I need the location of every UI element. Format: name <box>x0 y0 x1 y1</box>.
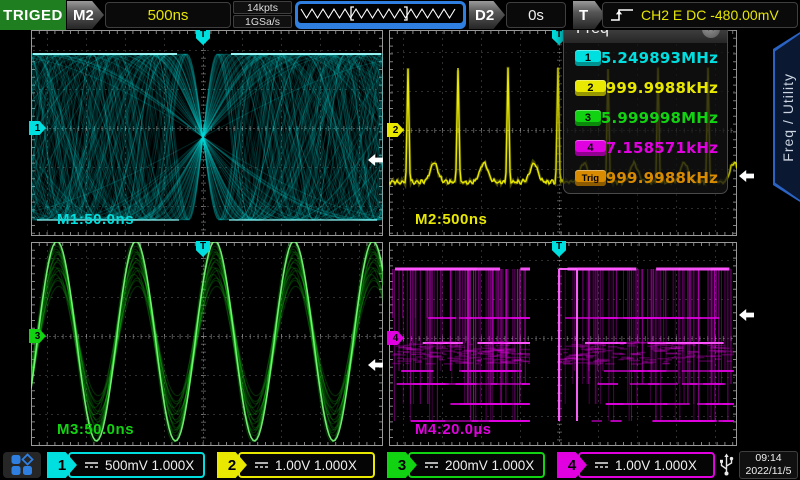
oscilloscope-screen: TRIGED M2 500ns 14kpts 1GSa/s D2 0s T CH… <box>0 0 800 480</box>
sidebar-tab-label: Freq / Utility <box>780 73 796 162</box>
dc-coupling-icon <box>424 459 439 471</box>
freq-row-2: 2999.9988kHz <box>564 73 727 103</box>
channel-badge: 3 <box>575 110 601 126</box>
freq-value: 5.999998MHz <box>601 109 718 127</box>
quadrant-m3: 3TM3:50.0ns <box>31 242 383 446</box>
freq-row-trig: Trig999.9988kHz <box>564 163 727 193</box>
top-status-bar: TRIGED M2 500ns 14kpts 1GSa/s D2 0s T CH… <box>0 0 800 30</box>
channel-2-settings[interactable]: 1.00V 1.000X <box>238 452 375 478</box>
waveform-canvas <box>31 30 383 236</box>
freq-row-1: 15.249893MHz <box>564 43 727 73</box>
channel-1-settings[interactable]: 500mV 1.000X <box>68 452 205 478</box>
timebase-badge[interactable]: M2 <box>67 1 104 29</box>
sidebar-tab-freq-utility[interactable]: Freq / Utility <box>773 32 800 202</box>
timebase-label: M4:20.0µs <box>415 421 492 438</box>
rising-edge-icon <box>609 7 635 23</box>
freq-measurement-panel: Freq ✕ 15.249893MHz2999.9988kHz35.999998… <box>563 14 728 194</box>
channel-badge: Trig <box>575 170 606 186</box>
waveform-preview-icon <box>298 4 463 23</box>
bottom-channel-bar: 500mV 1.000X11.00V 1.000X2200mV 1.000X31… <box>0 450 800 480</box>
channel-scale-text: 1.00V 1.000X <box>615 458 697 473</box>
timebase-label: M1:50.0ns <box>57 211 134 228</box>
date-text: 2022/11/5 <box>746 465 792 478</box>
channel-scale-text: 1.00V 1.000X <box>275 458 357 473</box>
apps-menu-icon <box>10 453 34 477</box>
dc-coupling-icon <box>84 459 99 471</box>
sidebar-tab-face: Freq / Utility <box>775 34 800 200</box>
channel-scale-text: 500mV 1.000X <box>105 458 194 473</box>
channel-badge: 1 <box>575 50 601 66</box>
channel-badge: 4 <box>575 140 606 156</box>
memory-depth: 14kpts <box>233 1 292 14</box>
time-text: 09:14 <box>755 452 781 465</box>
freq-value: 7.158571kHz <box>606 139 718 157</box>
timebase-value[interactable]: 500ns <box>105 2 231 28</box>
freq-value: 5.249893MHz <box>601 49 718 67</box>
trigger-level-arrow[interactable] <box>739 170 754 182</box>
freq-row-3: 35.999998MHz <box>564 103 727 133</box>
timebase-label: M2:500ns <box>415 211 487 228</box>
delay-value[interactable]: 0s <box>506 2 566 28</box>
freq-panel-rows: 15.249893MHz2999.9988kHz35.999998MHz47.1… <box>564 43 727 193</box>
channel-scale-text: 200mV 1.000X <box>445 458 534 473</box>
freq-value: 999.9988kHz <box>606 169 718 187</box>
quadrant-m1: 1TM1:50.0ns <box>31 30 383 236</box>
freq-value: 999.9988kHz <box>606 79 718 97</box>
waveform-canvas <box>389 242 737 446</box>
channel-badge: 2 <box>575 80 606 96</box>
trigger-status-badge: TRIGED <box>0 0 66 30</box>
menu-button[interactable] <box>3 452 41 478</box>
trigger-badge[interactable]: T <box>573 1 605 29</box>
clock-display: 09:14 2022/11/5 <box>739 451 798 479</box>
channel-4-settings[interactable]: 1.00V 1.000X <box>578 452 715 478</box>
waveform-canvas <box>31 242 383 446</box>
quadrant-m4: 4TM4:20.0µs <box>389 242 737 446</box>
channel-3-settings[interactable]: 200mV 1.000X <box>408 452 545 478</box>
waveform-preview[interactable] <box>295 1 466 29</box>
timebase-label: M3:50.0ns <box>57 421 134 438</box>
usb-icon <box>716 452 737 478</box>
dc-coupling-icon <box>254 459 269 471</box>
delay-badge[interactable]: D2 <box>469 1 505 29</box>
sample-rate: 1GSa/s <box>233 15 292 28</box>
dc-coupling-icon <box>594 459 609 471</box>
trigger-level-arrow[interactable] <box>739 309 754 321</box>
trigger-settings[interactable]: CH2 E DC -480.00mV <box>602 2 798 28</box>
freq-row-4: 47.158571kHz <box>564 133 727 163</box>
trigger-info-text: CH2 E DC -480.00mV <box>641 7 779 23</box>
